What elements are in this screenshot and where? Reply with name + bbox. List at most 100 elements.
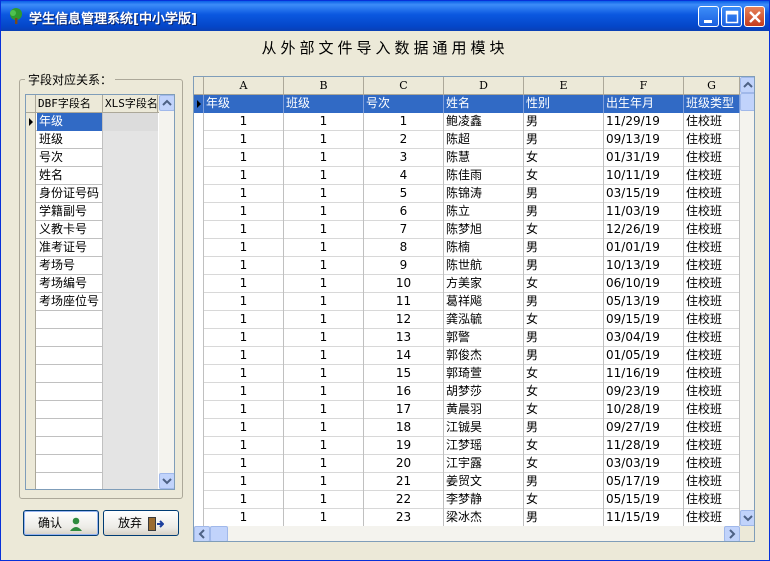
row-indicator[interactable] bbox=[194, 131, 204, 149]
header-cell[interactable]: 号次 bbox=[364, 95, 444, 113]
table-cell[interactable]: 江宇露 bbox=[444, 455, 524, 473]
table-cell[interactable]: 1 bbox=[284, 401, 364, 419]
table-cell[interactable]: 1 bbox=[204, 401, 284, 419]
row-indicator[interactable] bbox=[194, 401, 204, 419]
table-cell[interactable]: 1 bbox=[204, 131, 284, 149]
field-header-row[interactable]: 年级 班级 号次 姓名 性别 出生年月 班级类型 bbox=[194, 95, 740, 113]
table-cell[interactable]: 男 bbox=[524, 257, 604, 275]
table-cell[interactable]: 03/03/19 bbox=[604, 455, 684, 473]
column-letter[interactable]: C bbox=[364, 77, 444, 95]
table-cell[interactable]: 女 bbox=[524, 455, 604, 473]
row-indicator[interactable] bbox=[194, 167, 204, 185]
row-indicator[interactable] bbox=[194, 491, 204, 509]
table-cell[interactable]: 12/26/19 bbox=[604, 221, 684, 239]
mapping-row[interactable] bbox=[26, 347, 158, 365]
table-cell[interactable]: 12 bbox=[364, 311, 444, 329]
table-cell[interactable]: 陈超 bbox=[444, 131, 524, 149]
table-cell[interactable]: 1 bbox=[284, 293, 364, 311]
table-cell[interactable]: 13 bbox=[364, 329, 444, 347]
table-cell[interactable]: 梁冰杰 bbox=[444, 509, 524, 527]
mapping-row[interactable]: 号次 bbox=[26, 149, 158, 167]
scroll-up-button[interactable] bbox=[159, 95, 174, 111]
row-indicator[interactable] bbox=[194, 185, 204, 203]
table-cell[interactable]: 郭俊杰 bbox=[444, 347, 524, 365]
dbf-field-cell[interactable] bbox=[37, 311, 103, 329]
xls-field-cell[interactable] bbox=[103, 275, 158, 293]
row-indicator[interactable] bbox=[26, 275, 36, 293]
table-cell[interactable]: 05/13/19 bbox=[604, 293, 684, 311]
column-letter[interactable]: F bbox=[604, 77, 684, 95]
mapping-row[interactable]: 考场号 bbox=[26, 257, 158, 275]
table-cell[interactable]: 03/04/19 bbox=[604, 329, 684, 347]
table-cell[interactable]: 11 bbox=[364, 293, 444, 311]
table-cell[interactable]: 1 bbox=[284, 509, 364, 527]
row-indicator[interactable] bbox=[26, 437, 36, 455]
row-indicator[interactable] bbox=[26, 239, 36, 257]
sheet-horizontal-scrollbar[interactable] bbox=[194, 526, 740, 541]
table-cell[interactable]: 男 bbox=[524, 203, 604, 221]
row-indicator[interactable] bbox=[194, 239, 204, 257]
sheet-scroll-up-button[interactable] bbox=[740, 77, 754, 93]
dbf-field-cell[interactable]: 号次 bbox=[37, 149, 103, 167]
table-cell[interactable]: 1 bbox=[204, 275, 284, 293]
mapping-row[interactable] bbox=[26, 311, 158, 329]
table-cell[interactable]: 郭琦萱 bbox=[444, 365, 524, 383]
table-cell[interactable]: 1 bbox=[204, 311, 284, 329]
xls-field-cell[interactable] bbox=[103, 473, 158, 489]
dbf-field-cell[interactable] bbox=[37, 401, 103, 419]
table-cell[interactable]: 14 bbox=[364, 347, 444, 365]
row-indicator[interactable] bbox=[194, 455, 204, 473]
table-cell[interactable]: 男 bbox=[524, 239, 604, 257]
dbf-field-cell[interactable] bbox=[37, 473, 103, 489]
xls-field-cell[interactable] bbox=[103, 113, 158, 131]
table-cell[interactable]: 1 bbox=[204, 113, 284, 131]
confirm-button[interactable]: 确认 bbox=[23, 510, 99, 536]
table-cell[interactable]: 1 bbox=[284, 383, 364, 401]
table-row[interactable]: 1 1 8 陈楠男 01/01/19 住校班 bbox=[194, 239, 740, 257]
table-cell[interactable]: 男 bbox=[524, 185, 604, 203]
header-cell[interactable]: 出生年月 bbox=[604, 95, 684, 113]
dbf-field-cell[interactable]: 班级 bbox=[37, 131, 103, 149]
column-letter[interactable]: D bbox=[444, 77, 524, 95]
table-cell[interactable]: 男 bbox=[524, 131, 604, 149]
table-cell[interactable]: 1 bbox=[204, 239, 284, 257]
table-cell[interactable]: 陈立 bbox=[444, 203, 524, 221]
table-cell[interactable]: 住校班 bbox=[684, 149, 740, 167]
table-row[interactable]: 1 1 23 梁冰杰男 11/15/19 住校班 bbox=[194, 509, 740, 527]
mapping-row[interactable] bbox=[26, 455, 158, 473]
mapping-row[interactable]: 准考证号 bbox=[26, 239, 158, 257]
table-cell[interactable]: 1 bbox=[204, 365, 284, 383]
table-cell[interactable]: 江梦瑶 bbox=[444, 437, 524, 455]
dbf-field-cell[interactable]: 学籍副号 bbox=[37, 203, 103, 221]
table-cell[interactable]: 1 bbox=[284, 473, 364, 491]
row-indicator[interactable] bbox=[194, 509, 204, 527]
xls-field-cell[interactable] bbox=[103, 401, 158, 419]
table-cell[interactable]: 李梦静 bbox=[444, 491, 524, 509]
table-cell[interactable]: 住校班 bbox=[684, 473, 740, 491]
table-row[interactable]: 1 1 6 陈立男 11/03/19 住校班 bbox=[194, 203, 740, 221]
table-cell[interactable]: 陈楠 bbox=[444, 239, 524, 257]
mapping-row[interactable] bbox=[26, 401, 158, 419]
table-cell[interactable]: 10 bbox=[364, 275, 444, 293]
table-cell[interactable]: 1 bbox=[204, 347, 284, 365]
table-cell[interactable]: 22 bbox=[364, 491, 444, 509]
xls-field-cell[interactable] bbox=[103, 365, 158, 383]
table-row[interactable]: 1 1 17 黄晨羽女 10/28/19 住校班 bbox=[194, 401, 740, 419]
table-cell[interactable]: 17 bbox=[364, 401, 444, 419]
table-cell[interactable]: 11/16/19 bbox=[604, 365, 684, 383]
minimize-button[interactable] bbox=[698, 6, 719, 27]
table-cell[interactable]: 05/15/19 bbox=[604, 491, 684, 509]
row-indicator[interactable] bbox=[194, 149, 204, 167]
xls-field-cell[interactable] bbox=[103, 239, 158, 257]
table-cell[interactable]: 09/23/19 bbox=[604, 383, 684, 401]
dbf-field-cell[interactable] bbox=[37, 365, 103, 383]
row-indicator[interactable] bbox=[26, 167, 36, 185]
row-indicator[interactable] bbox=[194, 113, 204, 131]
xls-field-cell[interactable] bbox=[103, 419, 158, 437]
xls-field-cell[interactable] bbox=[103, 221, 158, 239]
column-letter[interactable]: A bbox=[204, 77, 284, 95]
table-cell[interactable]: 住校班 bbox=[684, 275, 740, 293]
table-row[interactable]: 1 1 22 李梦静女 05/15/19 住校班 bbox=[194, 491, 740, 509]
mapping-row[interactable]: 考场座位号 bbox=[26, 293, 158, 311]
scroll-left-button[interactable] bbox=[194, 526, 210, 541]
